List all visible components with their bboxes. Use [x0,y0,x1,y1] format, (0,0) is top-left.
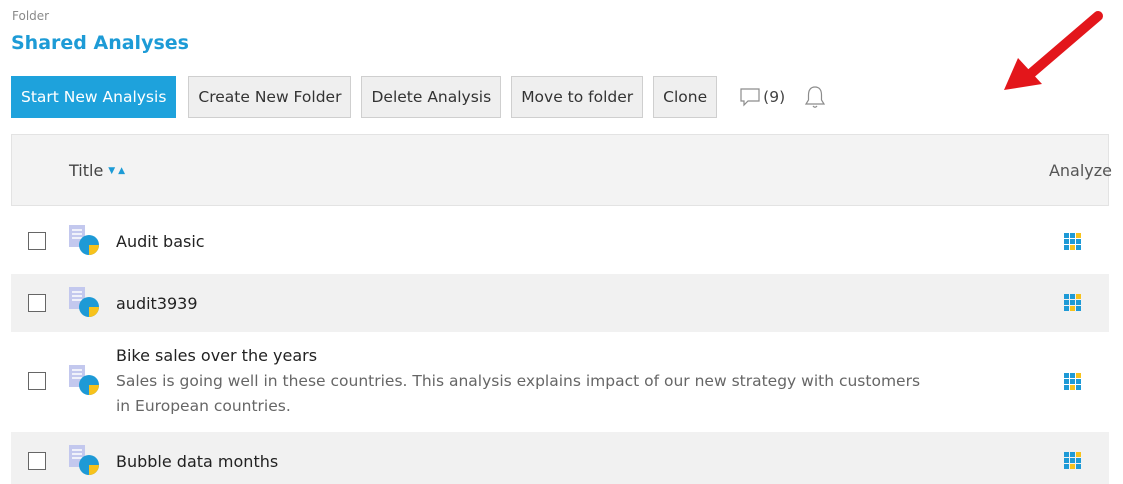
comment-icon [740,88,760,107]
row-title[interactable]: Bike sales over the years [116,346,317,365]
row-description: Sales is going well in these countries. … [116,372,921,415]
row-checkbox[interactable] [28,232,46,250]
create-new-folder-button[interactable]: Create New Folder [188,76,352,118]
analyze-grid-icon[interactable] [1063,232,1083,252]
table-row[interactable]: Bubble data months [11,432,1109,484]
row-checkbox[interactable] [28,372,46,390]
row-checkbox[interactable] [28,452,46,470]
table-row[interactable]: Audit basic [11,211,1109,271]
table-row[interactable]: Bike sales over the years Sales is going… [11,335,1109,430]
analyze-grid-icon[interactable] [1063,451,1083,471]
folder-label: Folder [12,9,50,23]
table-row[interactable]: audit3939 [11,274,1109,332]
analysis-document-icon [69,365,99,395]
toolbar: Start New Analysis Create New Folder Del… [11,75,827,119]
start-new-analysis-button[interactable]: Start New Analysis [11,76,177,118]
comments-count: (9) [763,88,786,106]
sort-icon[interactable]: ▼ ▲ [108,166,125,176]
title-column-label: Title [69,161,104,180]
comments-button[interactable]: (9) [739,87,785,107]
row-title[interactable]: Audit basic [116,232,205,251]
title-column-header[interactable]: Title ▼ ▲ [69,161,125,180]
analyze-grid-icon[interactable] [1063,293,1083,313]
delete-analysis-button[interactable]: Delete Analysis [361,76,502,118]
row-title[interactable]: audit3939 [116,294,198,313]
row-title[interactable]: Bubble data months [116,452,278,471]
red-arrow-icon [1004,11,1103,90]
bell-icon [805,86,826,108]
move-to-folder-button[interactable]: Move to folder [511,76,644,118]
page-title: Shared Analyses [11,32,189,54]
analyze-grid-icon[interactable] [1063,372,1083,392]
analyze-column-header: Analyze [1048,161,1112,180]
clone-button[interactable]: Clone [653,76,718,118]
analysis-document-icon [69,225,99,255]
analysis-document-icon [69,445,99,475]
row-checkbox[interactable] [28,294,46,312]
analysis-document-icon [69,287,99,317]
notifications-button[interactable] [803,84,827,110]
grid-header: Title ▼ ▲ Analyze [11,134,1112,206]
